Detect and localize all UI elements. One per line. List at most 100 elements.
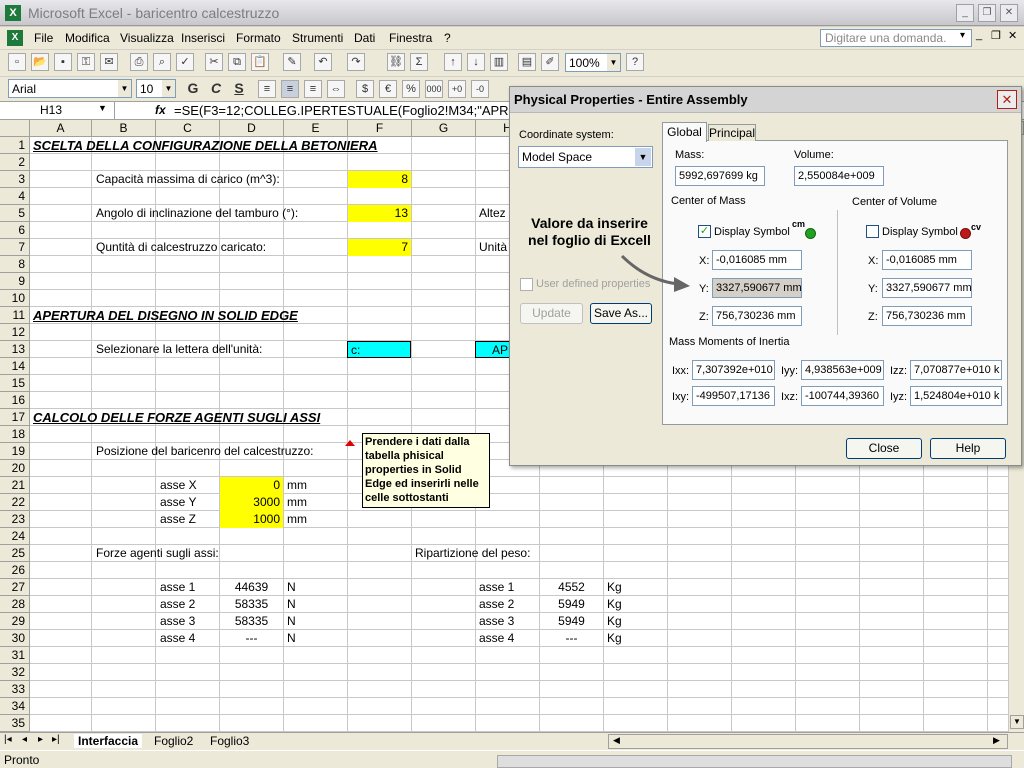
row-header[interactable]: 4 (0, 188, 30, 205)
menu-modifica[interactable]: Modifica (65, 31, 110, 45)
row-header[interactable]: 29 (0, 613, 30, 630)
currency-icon[interactable]: $ (356, 80, 374, 98)
spelling-icon[interactable]: ✓ (176, 53, 194, 71)
decrease-decimal-icon[interactable]: -0 (471, 80, 489, 98)
menu-strumenti[interactable]: Strumenti (292, 31, 343, 45)
column-header[interactable]: C (156, 120, 220, 137)
thousands-icon[interactable]: 000 (425, 80, 443, 98)
ap-cell[interactable]: AP (475, 341, 510, 358)
ixz-field[interactable]: -100744,39360 (801, 386, 884, 406)
row-header[interactable]: 28 (0, 596, 30, 613)
row-header[interactable]: 12 (0, 324, 30, 341)
row-header[interactable]: 18 (0, 426, 30, 443)
com-x-field[interactable]: -0,016085 mm (712, 250, 802, 270)
axis-z-value-cell[interactable]: 1000 (220, 511, 283, 528)
font-size-select[interactable]: 10 ▼ (136, 79, 176, 98)
email-icon[interactable]: ✉ (100, 53, 118, 71)
help-icon[interactable]: ? (626, 53, 644, 71)
row-header[interactable]: 15 (0, 375, 30, 392)
qty-value-cell[interactable]: 7 (348, 239, 411, 256)
select-all-corner[interactable] (0, 120, 30, 137)
row-header[interactable]: 24 (0, 528, 30, 545)
bold-icon[interactable]: G (184, 80, 202, 98)
drive-letter-cell[interactable]: c: (347, 341, 411, 358)
row-header[interactable]: 5 (0, 205, 30, 222)
ask-dropdown-icon[interactable]: ▾ (960, 30, 965, 41)
user-defined-checkbox[interactable] (520, 278, 533, 291)
row-header[interactable]: 31 (0, 647, 30, 664)
row-header[interactable]: 14 (0, 358, 30, 375)
scroll-left-icon[interactable]: ◀ (613, 735, 620, 746)
row-header[interactable]: 27 (0, 579, 30, 596)
zoom-dropdown-icon[interactable]: ▼ (607, 54, 620, 71)
menu-formato[interactable]: Formato (236, 31, 281, 45)
italic-icon[interactable]: C (207, 80, 225, 98)
tab-next-icon[interactable]: ▸ (38, 734, 43, 745)
cap-value-cell[interactable]: 8 (348, 171, 411, 188)
save-as-button[interactable]: Save As... (590, 303, 652, 324)
menu-file[interactable]: File (34, 31, 53, 45)
izz-field[interactable]: 7,070877e+010 k (910, 360, 1002, 380)
menu-visualizza[interactable]: Visualizza (120, 31, 174, 45)
fx-icon[interactable]: fx (155, 103, 166, 117)
menu-finestra[interactable]: Finestra (389, 31, 432, 45)
ang-value-cell[interactable]: 13 (348, 205, 411, 222)
close-button[interactable]: Close (846, 438, 922, 459)
coord-dropdown-icon[interactable]: ▼ (635, 148, 651, 166)
dialog-close-icon[interactable]: ✕ (997, 90, 1017, 109)
paste-icon[interactable]: 📋 (251, 53, 269, 71)
format-painter-icon[interactable]: ✎ (283, 53, 301, 71)
column-header[interactable]: D (220, 120, 284, 137)
iyz-field[interactable]: 1,524804e+010 k (910, 386, 1002, 406)
column-header[interactable]: F (348, 120, 412, 137)
font-select[interactable]: Arial ▼ (8, 79, 132, 98)
row-header[interactable]: 11 (0, 307, 30, 324)
row-header[interactable]: 23 (0, 511, 30, 528)
cov-x-field[interactable]: -0,016085 mm (882, 250, 972, 270)
cov-z-field[interactable]: 756,730236 mm (882, 306, 972, 326)
doc-minimize-icon[interactable]: _ (976, 29, 982, 41)
permission-icon[interactable]: ⚿ (77, 53, 95, 71)
increase-decimal-icon[interactable]: +0 (448, 80, 466, 98)
redo-icon[interactable]: ↷ (347, 53, 365, 71)
row-header[interactable]: 6 (0, 222, 30, 239)
row-header[interactable]: 35 (0, 715, 30, 732)
menu-dati[interactable]: Dati (354, 31, 375, 45)
new-icon[interactable]: ▫ (8, 53, 26, 71)
underline-icon[interactable]: S (230, 80, 248, 98)
row-header[interactable]: 9 (0, 273, 30, 290)
doc-close-icon[interactable]: ✕ (1008, 29, 1017, 42)
horizontal-scrollbar[interactable]: ◀ ▶ (608, 734, 1008, 749)
volume-field[interactable]: 2,550084e+009 (794, 166, 884, 186)
com-y-field[interactable]: 3327,590677 mm (712, 278, 802, 298)
tab-last-icon[interactable]: ▸| (52, 734, 60, 745)
align-left-icon[interactable]: ≡ (258, 80, 276, 98)
restore-icon[interactable]: ❐ (978, 4, 996, 22)
tab-global[interactable]: Global (662, 122, 707, 142)
row-header[interactable]: 16 (0, 392, 30, 409)
row-header[interactable]: 2 (0, 154, 30, 171)
font-dropdown-icon[interactable]: ▼ (118, 80, 131, 97)
print-icon[interactable]: ⎙ (130, 53, 148, 71)
row-header[interactable]: 26 (0, 562, 30, 579)
open-icon[interactable]: 📂 (31, 53, 49, 71)
formula-input[interactable]: =SE(F3=12;COLLEG.IPERTESTUALE(Foglio2!M3… (174, 103, 509, 118)
display-symbol-com-checkbox[interactable]: ✓ (698, 225, 711, 238)
undo-icon[interactable]: ↶ (314, 53, 332, 71)
row-header[interactable]: 30 (0, 630, 30, 647)
tab-foglio2[interactable]: Foglio2 (154, 734, 193, 748)
print-preview-icon[interactable]: ⌕ (153, 53, 171, 71)
sort-asc-icon[interactable]: ↑ (444, 53, 462, 71)
row-header[interactable]: 8 (0, 256, 30, 273)
drawing-icon[interactable]: ✐ (541, 53, 559, 71)
axis-y-value-cell[interactable]: 3000 (220, 494, 283, 511)
row-header[interactable]: 25 (0, 545, 30, 562)
tab-interfaccia[interactable]: Interfaccia (74, 734, 143, 748)
align-center-icon[interactable]: ≡ (281, 80, 299, 98)
merge-center-icon[interactable]: ⇔ (327, 80, 345, 98)
row-header[interactable]: 13 (0, 341, 30, 358)
tab-foglio3[interactable]: Foglio3 (210, 734, 249, 748)
cut-icon[interactable]: ✂ (205, 53, 223, 71)
column-header[interactable]: A (30, 120, 92, 137)
hyperlink-icon[interactable]: ⛓ (387, 53, 405, 71)
